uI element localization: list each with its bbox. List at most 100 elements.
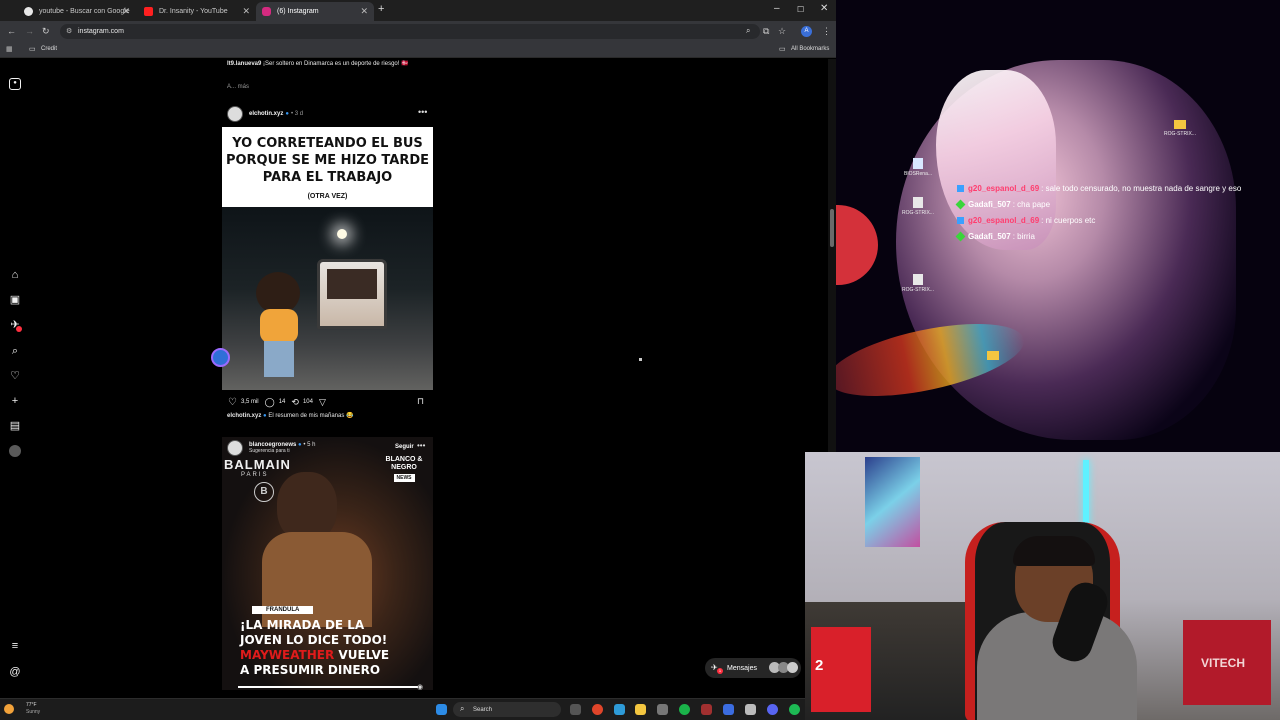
meme-line: YO CORRETEANDO EL BUS (232, 136, 423, 151)
discord-icon[interactable] (767, 704, 778, 715)
menu-icon[interactable]: ⋮ (822, 26, 831, 36)
chrome-icon[interactable] (592, 704, 603, 715)
post-media[interactable]: YO CORRETEANDO EL BUS PORQUE SE ME HIZO … (222, 127, 433, 390)
zoom-icon[interactable]: ⌕ (746, 26, 750, 36)
desktop-icon[interactable]: ROG-STRIX... (1160, 120, 1200, 137)
bus-photo (222, 207, 433, 390)
scrollbar-thumb[interactable] (830, 209, 834, 247)
file-explorer-icon[interactable] (635, 704, 646, 715)
messages-button[interactable]: ✈ 1 Mensajes (705, 658, 801, 678)
home-icon[interactable]: ⌂ (9, 269, 21, 281)
new-tab-button[interactable]: + (378, 3, 384, 15)
store-icon[interactable] (657, 704, 668, 715)
obs-icon[interactable] (745, 704, 756, 715)
app-icon[interactable] (723, 704, 734, 715)
more-menu-icon[interactable]: ≡ (9, 640, 21, 652)
post-header-text: blancoegronews ● • 5 h Sugerencia para t… (249, 442, 315, 454)
site-info-icon[interactable]: ⚙ (66, 27, 72, 35)
forward-icon[interactable]: → (25, 26, 34, 36)
character-pants (264, 341, 294, 377)
back-icon[interactable]: ← (7, 26, 16, 36)
task-view-icon[interactable] (570, 704, 581, 715)
street-light (337, 229, 347, 239)
desktop-icon-label: ROG-STRIX... (902, 287, 934, 293)
post-media[interactable]: BALMAIN PARIS B BLANCO & NEGRO NEWS FRAN… (222, 437, 433, 690)
follow-button[interactable]: Seguir (395, 444, 414, 450)
mute-icon[interactable]: ◉ (417, 683, 423, 691)
stream-chat-overlay: g20_espanol_d_69 : sale todo censurado, … (955, 180, 1275, 244)
taskbar-search[interactable]: ⌕ Search (453, 702, 561, 717)
tab-youtube[interactable]: Dr. Insanity - YouTube ✕ (138, 2, 256, 21)
chat-text: : birria (1012, 231, 1035, 241)
desktop-icon[interactable] (973, 351, 1013, 362)
profile-avatar[interactable]: A (801, 26, 812, 37)
floating-extension-icon[interactable] (211, 348, 230, 367)
profile-avatar[interactable] (9, 445, 21, 457)
close-window-button[interactable]: ✕ (820, 3, 828, 14)
spotify-icon[interactable] (789, 704, 800, 715)
weather-widget[interactable]: 77°F Sunny (26, 702, 40, 716)
chat-badge-icon (955, 199, 966, 209)
headline-highlight: MAYWEATHER (240, 648, 335, 662)
bookmark-credit[interactable]: Credit (41, 46, 57, 52)
desktop-icon-label: ROG-STRIX... (1164, 131, 1196, 137)
file-icon (913, 274, 923, 285)
browser-window: youtube - Buscar con Google ✕ Dr. Insani… (0, 0, 836, 698)
bookmark-star-icon[interactable]: ☆ (778, 26, 786, 36)
instagram-logo-icon[interactable]: ● (9, 78, 21, 90)
edge-icon[interactable] (614, 704, 625, 715)
headline: ¡LA MIRADA DE LA JOVEN LO DICE TODO! MAY… (240, 618, 420, 678)
dashboard-icon[interactable]: ▤ (9, 420, 21, 432)
close-icon[interactable]: ✕ (360, 6, 368, 17)
close-icon[interactable]: ✕ (122, 6, 130, 17)
weather-icon[interactable] (4, 704, 14, 714)
threads-icon[interactable]: @ (9, 666, 21, 678)
meme-line: PARA EL TRABAJO (262, 170, 393, 185)
reels-icon[interactable]: ▣ (9, 294, 21, 306)
bookmarks-bar: ▦ ▭ Credit ▭ All Bookmarks (0, 42, 836, 58)
install-icon[interactable]: ⧉ (763, 26, 769, 36)
create-icon[interactable]: + (9, 395, 21, 407)
maximize-button[interactable]: ☐ (797, 5, 804, 14)
post-username[interactable]: elchotin.xyz (249, 111, 283, 117)
post-options-icon[interactable]: ••• (417, 441, 425, 450)
close-icon[interactable]: ✕ (242, 6, 250, 17)
post-options-icon[interactable]: ••• (418, 107, 427, 117)
mouse-cursor (639, 358, 642, 361)
desktop-icon[interactable]: ROG-STRIX... (898, 274, 938, 293)
xbox-icon[interactable] (679, 704, 690, 715)
apps-grid-icon[interactable]: ▦ (6, 45, 13, 53)
repost-icon[interactable]: ⟲ (291, 397, 299, 408)
desktop-icon[interactable]: ROG-STRIX... (898, 197, 938, 216)
avatar[interactable] (227, 106, 243, 122)
comment-icon[interactable]: ◯ (265, 397, 275, 408)
tab-google-search[interactable]: youtube - Buscar con Google ✕ (18, 2, 136, 21)
save-icon[interactable]: ⊓ (417, 396, 424, 407)
heart-icon[interactable]: ♡ (9, 370, 21, 382)
taskbar: 77°F Sunny ⌕ Search (0, 698, 805, 720)
post-header: blancoegronews ● • 5 h Sugerencia para t… (227, 440, 315, 456)
caption-user[interactable]: elchotin.xyz (227, 413, 261, 419)
headline-rest: VUELVE (334, 648, 390, 662)
share-icon[interactable]: ▽ (319, 397, 326, 408)
file-icon (913, 197, 923, 208)
search-icon[interactable]: ⌕ (9, 345, 21, 357)
like-icon[interactable]: ♡ (228, 397, 237, 408)
reload-icon[interactable]: ↻ (42, 26, 50, 36)
tab-instagram[interactable]: (6) Instagram ✕ (256, 2, 374, 21)
address-bar[interactable]: ⚙ instagram.com ⌕ (60, 24, 760, 39)
minimize-button[interactable]: – (774, 3, 780, 14)
character-head (256, 272, 300, 314)
post-actions: ♡ 3,5 mil ◯ 14 ⟲ 104 ▽ (228, 397, 330, 408)
desktop-icon[interactable]: BIOSRena... (898, 158, 938, 177)
notification-dot (16, 326, 22, 332)
folder-icon: ▭ (779, 46, 786, 53)
all-bookmarks[interactable]: All Bookmarks (791, 46, 829, 52)
more-link[interactable]: A... más (227, 84, 249, 90)
headline-underline (238, 686, 418, 688)
avatar[interactable] (227, 440, 243, 456)
armoury-icon[interactable] (701, 704, 712, 715)
start-icon[interactable] (436, 704, 447, 715)
post-age: • 3 d (290, 111, 304, 117)
caption-user[interactable]: lt9.lanueva9 (227, 61, 261, 67)
